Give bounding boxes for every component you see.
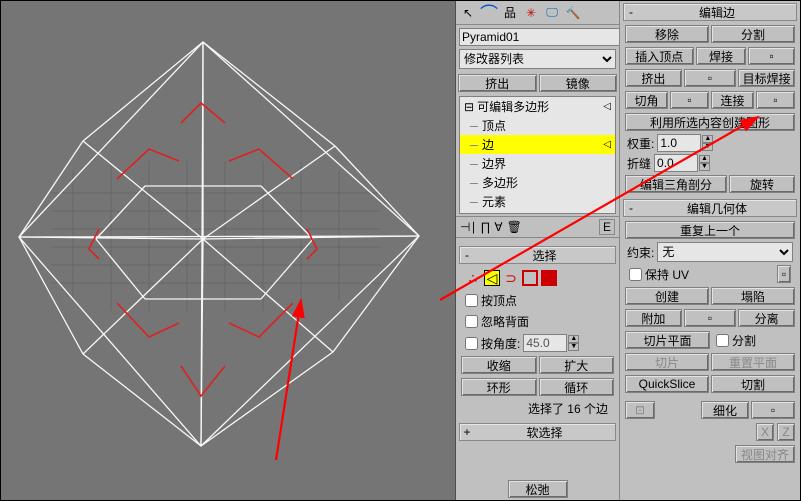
modifier-list-dropdown[interactable]: 修改器列表 — [459, 49, 616, 69]
remove-button[interactable]: 移除 — [625, 25, 709, 43]
chamfer-settings-button[interactable]: ▫ — [670, 91, 709, 109]
polygon-subobj-icon[interactable] — [522, 270, 538, 286]
cut-button[interactable]: 切割 — [711, 375, 795, 393]
rotate-button[interactable]: 旋转 — [729, 175, 795, 193]
loop-button[interactable]: 循环 — [539, 378, 615, 396]
msmooth-button: ⊡ — [625, 401, 655, 419]
align-z-button: Z — [777, 423, 795, 441]
grow-button[interactable]: 扩大 — [539, 356, 615, 374]
constraint-dropdown[interactable]: 无 — [657, 242, 793, 262]
utilities-icon[interactable]: 🔨 — [563, 3, 583, 23]
ignore-backfacing-checkbox[interactable]: 忽略背面 — [459, 311, 616, 332]
selection-status: 选择了 16 个边 — [459, 398, 616, 419]
connect-button[interactable]: 连接 — [711, 91, 754, 109]
align-x-button: X — [756, 423, 774, 441]
tessellate-settings-button[interactable]: ▫ — [751, 401, 795, 419]
preserve-uv-settings-button[interactable]: ▫ — [777, 265, 791, 283]
tree-vertex[interactable]: 顶点 — [460, 116, 615, 135]
chamfer-button[interactable]: 切角 — [625, 91, 668, 109]
show-end-result-icon[interactable]: ∏ — [480, 220, 490, 234]
hierarchy-icon[interactable]: 品 — [500, 3, 520, 23]
viewport[interactable] — [1, 1, 455, 500]
collapse-button[interactable]: 塌陷 — [711, 287, 795, 305]
selection-rollout: ∴ ◁ ⊃ 按顶点 忽略背面 按角度: ▲▼ 收缩 扩大 环形 循环 选择了 1… — [456, 266, 619, 421]
target-weld-button[interactable]: 目标焊接 — [738, 69, 795, 87]
display-icon[interactable]: 🖵 — [542, 3, 562, 23]
detach-button[interactable]: 分离 — [738, 309, 795, 327]
weld-settings-button[interactable]: ▫ — [748, 47, 795, 65]
element-subobj-icon[interactable] — [541, 270, 557, 286]
remove-modifier-icon[interactable]: 🗑 — [507, 220, 522, 234]
insert-vertex-button[interactable]: 插入顶点 — [625, 47, 694, 65]
preserve-uv-checkbox[interactable]: 保持 UV▫ — [623, 263, 797, 285]
vertex-subobj-icon[interactable]: ∴ — [465, 270, 481, 286]
tree-border[interactable]: 边界 — [460, 154, 615, 173]
edit-edges-rollout-header[interactable]: -编辑边 — [623, 3, 797, 21]
edge-subobj-icon[interactable]: ◁ — [484, 270, 500, 286]
tree-element[interactable]: 元素 — [460, 192, 615, 211]
ring-button[interactable]: 环形 — [461, 378, 537, 396]
by-angle-checkbox[interactable] — [465, 337, 478, 350]
edit-tri-button[interactable]: 编辑三角剖分 — [625, 175, 727, 193]
command-panel-tabs: ↖ ⌒ 品 ✳ 🖵 🔨 — [456, 1, 619, 25]
selection-rollout-header[interactable]: -选择 — [459, 246, 616, 264]
attach-button[interactable]: 附加 — [625, 309, 682, 327]
split-button[interactable]: 分割 — [711, 25, 795, 43]
extrude-edge-button[interactable]: 挤出 — [625, 69, 682, 87]
by-vertex-checkbox[interactable]: 按顶点 — [459, 290, 616, 311]
pin-stack-icon[interactable]: ⊣∣ — [460, 220, 476, 234]
weight-spinner[interactable] — [657, 134, 701, 152]
tree-root[interactable]: 可编辑多边形◁ — [460, 97, 615, 116]
side-rollouts: -编辑边 移除 分割 插入顶点 焊接 ▫ 挤出 ▫ 目标焊接 切角 ▫ 连接 ▫ — [619, 1, 800, 500]
slice-button: 切片 — [625, 353, 709, 371]
tessellate-button[interactable]: 细化 — [701, 401, 749, 419]
quickslice-button[interactable]: QuickSlice — [625, 375, 709, 393]
modifier-panel: ↖ ⌒ 品 ✳ 🖵 🔨 修改器列表 挤出 镜像 可编辑多边形◁ 顶点 边◁ 边界… — [455, 1, 619, 500]
motion-icon[interactable]: ✳ — [521, 3, 541, 23]
modify-tab-icon[interactable]: ⌒ — [479, 3, 499, 23]
by-angle-spinner — [523, 334, 567, 352]
create-button[interactable]: 创建 — [625, 287, 709, 305]
split-checkbox[interactable]: 分割 — [712, 331, 795, 349]
weld-button[interactable]: 焊接 — [696, 47, 747, 65]
edit-geometry-rollout-header[interactable]: -编辑几何体 — [623, 199, 797, 217]
extrude-settings-button[interactable]: ▫ — [684, 69, 737, 87]
tree-edge[interactable]: 边◁ — [460, 135, 615, 154]
reset-plane-button: 重置平面 — [711, 353, 795, 371]
modifier-stack-tree[interactable]: 可编辑多边形◁ 顶点 边◁ 边界 多边形 元素 — [459, 96, 616, 214]
mirror-button[interactable]: 镜像 — [539, 74, 618, 92]
relax-button[interactable]: 松弛 — [508, 480, 568, 498]
soft-selection-rollout-header[interactable]: +软选择 — [459, 423, 616, 441]
create-shape-button[interactable]: 利用所选内容创建图形 — [625, 113, 795, 131]
edit-edges-rollout: 移除 分割 插入顶点 焊接 ▫ 挤出 ▫ 目标焊接 切角 ▫ 连接 ▫ 利用所选… — [620, 23, 800, 197]
connect-settings-button[interactable]: ▫ — [756, 91, 795, 109]
by-angle-row: 按角度: ▲▼ — [459, 332, 616, 354]
extrude-button[interactable]: 挤出 — [458, 74, 537, 92]
stack-toolbar: ⊣∣ ∏ ∀ 🗑 E — [456, 216, 619, 238]
shrink-button[interactable]: 收缩 — [461, 356, 537, 374]
slice-plane-button[interactable]: 切片平面 — [625, 331, 710, 349]
make-unique-icon[interactable]: ∀ — [494, 220, 502, 234]
view-align-button: 视图对齐 — [735, 445, 795, 463]
repeat-last-button[interactable]: 重复上一个 — [625, 221, 795, 239]
cursor-icon[interactable]: ↖ — [458, 3, 478, 23]
tree-polygon[interactable]: 多边形 — [460, 173, 615, 192]
edit-geometry-rollout: 重复上一个 约束: 无 保持 UV▫ 创建 塌陷 附加 ▫ 分离 切片平面 分割… — [620, 219, 800, 467]
crease-spinner[interactable] — [654, 154, 698, 172]
configure-sets-icon[interactable]: E — [599, 219, 615, 235]
border-subobj-icon[interactable]: ⊃ — [503, 270, 519, 286]
attach-list-button[interactable]: ▫ — [684, 309, 737, 327]
object-name-input[interactable] — [459, 28, 620, 46]
